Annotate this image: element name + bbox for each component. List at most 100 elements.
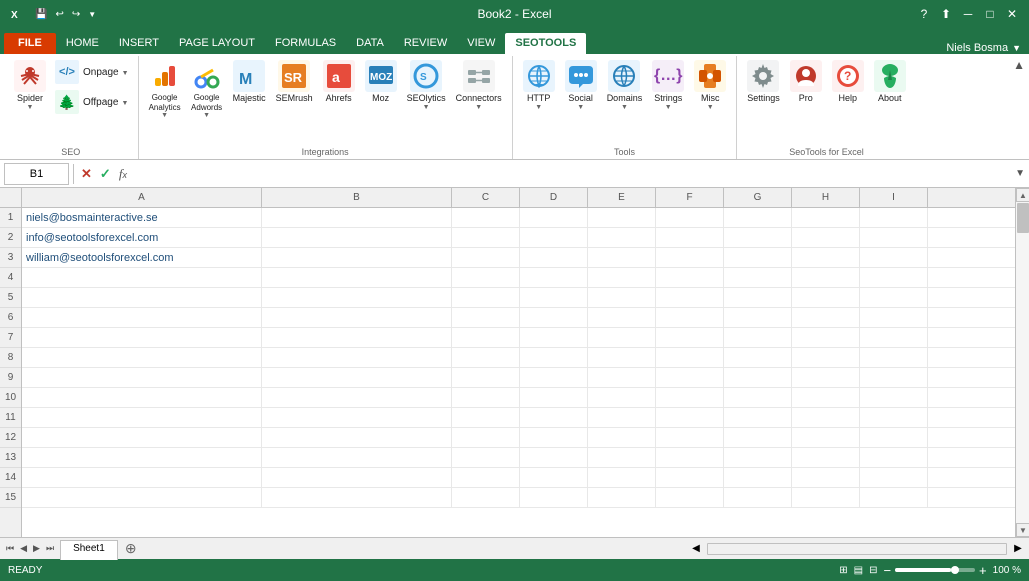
cell-h1[interactable] [792, 208, 860, 227]
tab-next-btn[interactable]: ▶ [31, 541, 42, 556]
cell-c5[interactable] [452, 288, 520, 307]
http-btn[interactable]: HTTP ▼ [519, 58, 559, 113]
cell-h3[interactable] [792, 248, 860, 267]
adwords-dropdown[interactable]: ▼ [203, 112, 210, 119]
cell-d2[interactable] [520, 228, 588, 247]
redo-quick-btn[interactable]: ↪ [69, 7, 83, 22]
cell-e7[interactable] [588, 328, 656, 347]
page-break-view-icon[interactable]: ⊟ [869, 565, 877, 576]
majestic-btn[interactable]: M Majestic [229, 58, 270, 106]
cell-a2[interactable]: info@seotoolsforexcel.com [22, 228, 262, 247]
row-7[interactable]: 7 [0, 328, 21, 348]
cell-e6[interactable] [588, 308, 656, 327]
cell-g14[interactable] [724, 468, 792, 487]
save-quick-btn[interactable]: 💾 [32, 7, 50, 22]
cell-i15[interactable] [860, 488, 928, 507]
tab-review[interactable]: REVIEW [394, 33, 457, 54]
cell-b4[interactable] [262, 268, 452, 287]
help-window-btn[interactable]: ? [915, 5, 933, 23]
cell-a14[interactable] [22, 468, 262, 487]
zoom-track[interactable] [895, 568, 975, 572]
cell-i10[interactable] [860, 388, 928, 407]
cell-a7[interactable] [22, 328, 262, 347]
cell-g6[interactable] [724, 308, 792, 327]
cell-g10[interactable] [724, 388, 792, 407]
onpage-btn[interactable]: </> Onpage ▼ [52, 58, 132, 86]
cell-c12[interactable] [452, 428, 520, 447]
cell-b12[interactable] [262, 428, 452, 447]
cell-c3[interactable] [452, 248, 520, 267]
cell-f14[interactable] [656, 468, 724, 487]
cell-a8[interactable] [22, 348, 262, 367]
cell-g4[interactable] [724, 268, 792, 287]
row-14[interactable]: 14 [0, 468, 21, 488]
cell-d11[interactable] [520, 408, 588, 427]
connectors-btn[interactable]: Connectors ▼ [452, 58, 506, 113]
cell-c1[interactable] [452, 208, 520, 227]
cell-c2[interactable] [452, 228, 520, 247]
cell-h4[interactable] [792, 268, 860, 287]
row-6[interactable]: 6 [0, 308, 21, 328]
row-8[interactable]: 8 [0, 348, 21, 368]
cell-h13[interactable] [792, 448, 860, 467]
cell-f15[interactable] [656, 488, 724, 507]
col-header-a[interactable]: A [22, 188, 262, 207]
help-btn[interactable]: ? Help [828, 58, 868, 106]
domains-btn[interactable]: Domains ▼ [603, 58, 647, 113]
cell-h9[interactable] [792, 368, 860, 387]
social-dropdown[interactable]: ▼ [577, 104, 584, 111]
cell-c10[interactable] [452, 388, 520, 407]
cell-e2[interactable] [588, 228, 656, 247]
zoom-percent[interactable]: 100 % [993, 565, 1021, 576]
col-header-b[interactable]: B [262, 188, 452, 207]
cell-d5[interactable] [520, 288, 588, 307]
tab-prev-btn[interactable]: ◀ [18, 541, 29, 556]
cell-c13[interactable] [452, 448, 520, 467]
onpage-dropdown[interactable]: ▼ [122, 70, 129, 77]
cell-i9[interactable] [860, 368, 928, 387]
cell-e15[interactable] [588, 488, 656, 507]
cell-b14[interactable] [262, 468, 452, 487]
cell-h5[interactable] [792, 288, 860, 307]
cell-e3[interactable] [588, 248, 656, 267]
user-dropdown-icon[interactable]: ▼ [1012, 43, 1021, 53]
add-sheet-btn[interactable]: ⊕ [122, 540, 140, 558]
about-btn[interactable]: About [870, 58, 910, 106]
cell-h15[interactable] [792, 488, 860, 507]
cell-c14[interactable] [452, 468, 520, 487]
col-header-f[interactable]: F [656, 188, 724, 207]
http-dropdown[interactable]: ▼ [535, 104, 542, 111]
misc-dropdown[interactable]: ▼ [707, 104, 714, 111]
cell-d14[interactable] [520, 468, 588, 487]
spider-btn[interactable]: Spider ▼ [10, 58, 50, 113]
formula-function-icon[interactable]: fx [116, 164, 130, 184]
google-adwords-btn[interactable]: GoogleAdwords ▼ [187, 58, 227, 121]
cell-e10[interactable] [588, 388, 656, 407]
row-15[interactable]: 15 [0, 488, 21, 508]
cell-b9[interactable] [262, 368, 452, 387]
cell-i5[interactable] [860, 288, 928, 307]
misc-btn[interactable]: Misc ▼ [690, 58, 730, 113]
cell-d8[interactable] [520, 348, 588, 367]
connectors-dropdown[interactable]: ▼ [475, 104, 482, 111]
scroll-track-v[interactable] [1016, 202, 1029, 523]
cell-e5[interactable] [588, 288, 656, 307]
cell-b2[interactable] [262, 228, 452, 247]
cell-a10[interactable] [22, 388, 262, 407]
sheet-tab-sheet1[interactable]: Sheet1 [60, 540, 118, 560]
cell-d1[interactable] [520, 208, 588, 227]
maximize-btn[interactable]: □ [981, 5, 999, 23]
formula-accept-icon[interactable]: ✓ [97, 164, 114, 184]
scroll-down-btn[interactable]: ▼ [1016, 523, 1029, 537]
spider-dropdown[interactable]: ▼ [27, 104, 34, 111]
tab-page-layout[interactable]: PAGE LAYOUT [169, 33, 265, 54]
cell-f2[interactable] [656, 228, 724, 247]
normal-view-icon[interactable]: ⊞ [839, 565, 847, 576]
cell-f6[interactable] [656, 308, 724, 327]
offpage-dropdown[interactable]: ▼ [121, 100, 128, 107]
tab-first-btn[interactable]: ⏮ [4, 541, 16, 556]
cell-i11[interactable] [860, 408, 928, 427]
pro-btn[interactable]: Pro [786, 58, 826, 106]
row-5[interactable]: 5 [0, 288, 21, 308]
cell-b5[interactable] [262, 288, 452, 307]
